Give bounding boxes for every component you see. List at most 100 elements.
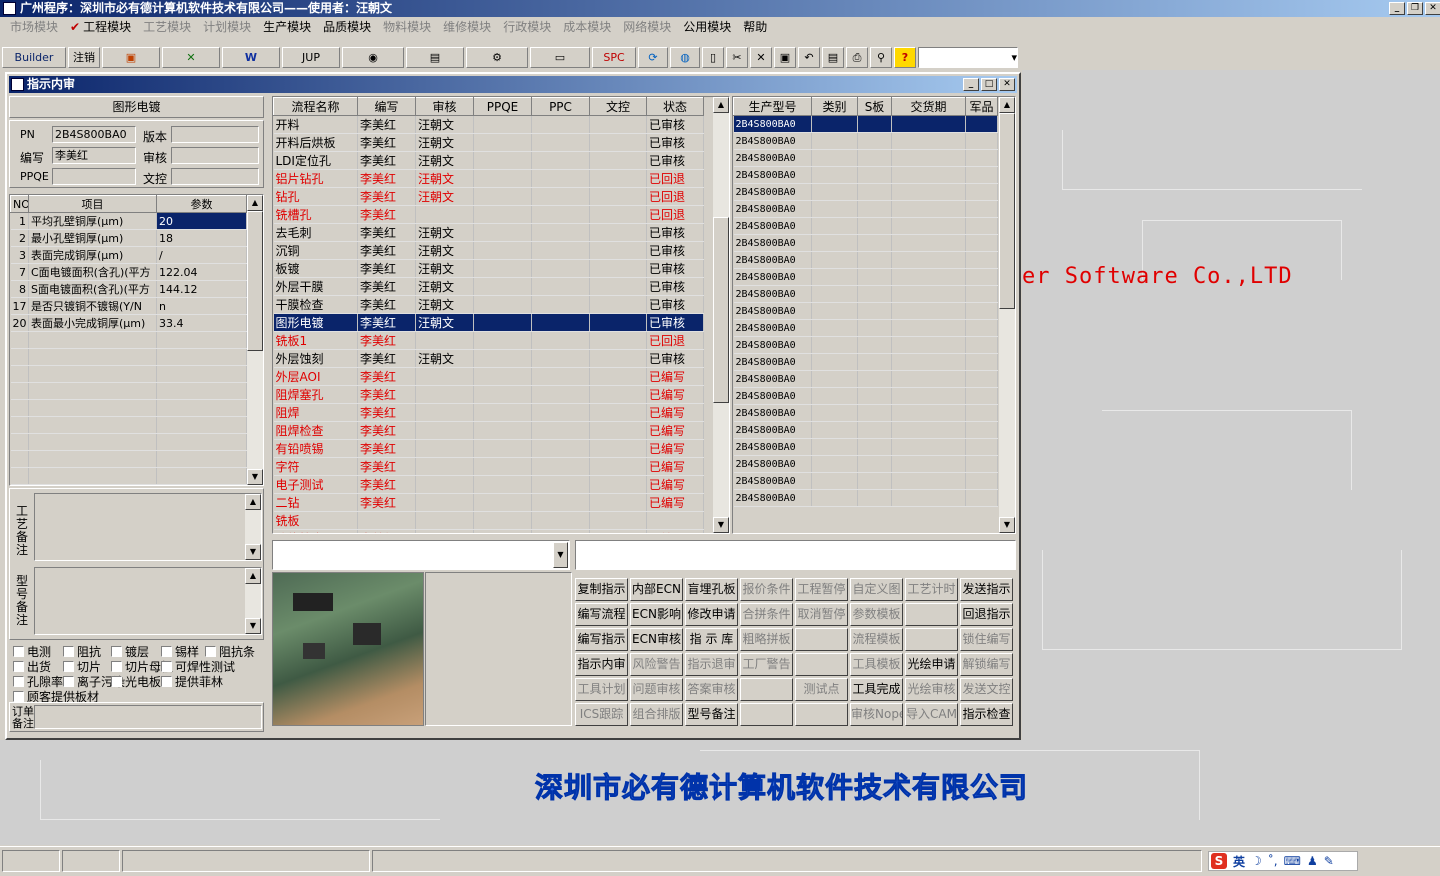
action-button[interactable]: 自定义图 <box>850 578 903 601</box>
flow-cell[interactable]: 已审核 <box>646 349 704 368</box>
flow-cell[interactable] <box>531 187 590 206</box>
model-row[interactable]: 2B4S800BA0 <box>733 421 998 439</box>
flow-cell[interactable] <box>589 187 647 206</box>
model-cell[interactable] <box>857 115 892 133</box>
model-cell[interactable] <box>811 115 858 133</box>
model-cell[interactable] <box>857 455 892 473</box>
param-cell[interactable]: 144.12 <box>156 280 247 298</box>
flow-cell[interactable]: 沉铜 <box>273 241 358 260</box>
action-button[interactable]: 发送文控 <box>960 678 1013 701</box>
action-button[interactable] <box>740 678 793 701</box>
model-cell[interactable] <box>965 472 998 490</box>
flow-cell[interactable]: 李美红 <box>357 385 416 404</box>
action-button[interactable] <box>740 703 793 726</box>
model-cell[interactable]: 2B4S800BA0 <box>733 234 812 252</box>
excel-icon[interactable]: ✕ <box>162 47 220 68</box>
model-cell[interactable] <box>857 438 892 456</box>
checkbox-box[interactable] <box>13 676 24 687</box>
checkbox-box[interactable] <box>111 646 122 657</box>
flow-cell[interactable] <box>473 349 532 368</box>
action-button[interactable]: 指示退审 <box>685 653 738 676</box>
flow-row[interactable]: 开料 李美红 汪朝文 已审核 <box>273 115 704 134</box>
toolbar-combo[interactable]: ▾ <box>918 47 1018 68</box>
model-cell[interactable] <box>811 217 858 235</box>
flow-cell[interactable] <box>415 493 474 512</box>
checkbox-box[interactable] <box>161 646 172 657</box>
flow-cell[interactable]: 李美红 <box>357 277 416 296</box>
flow-cell[interactable] <box>531 205 590 224</box>
action-button[interactable] <box>795 703 848 726</box>
model-cell[interactable] <box>811 353 858 371</box>
model-row[interactable]: 2B4S800BA0 <box>733 285 998 303</box>
flow-cell[interactable] <box>415 457 474 476</box>
order-note-field[interactable] <box>34 705 262 729</box>
flow-cell[interactable]: LDI定位孔 <box>273 151 358 170</box>
flow-row[interactable]: 外层蚀刻 李美红 汪朝文 已审核 <box>273 349 704 368</box>
param-cell[interactable]: C面电镀面积(含孔)(平方 <box>28 263 157 281</box>
menu-item[interactable]: 市场模块 <box>4 17 64 37</box>
model-row[interactable]: 2B4S800BA0 <box>733 251 998 269</box>
model-cell[interactable] <box>891 251 966 269</box>
action-button[interactable]: 回退指示 <box>960 603 1013 626</box>
menu-item[interactable]: 物料模块 <box>377 17 437 37</box>
model-cell[interactable] <box>965 268 998 286</box>
model-cell[interactable] <box>811 336 858 354</box>
menu-item[interactable]: 网络模块 <box>617 17 677 37</box>
flow-cell[interactable]: 图形电镀 <box>273 313 358 332</box>
model-cell[interactable] <box>891 183 966 201</box>
flow-column-header[interactable]: 审核 <box>415 97 474 116</box>
flow-cell[interactable] <box>473 205 532 224</box>
flow-cell[interactable] <box>646 511 704 530</box>
model-cell[interactable]: 2B4S800BA0 <box>733 251 812 269</box>
model-cell[interactable] <box>965 234 998 252</box>
flow-cell[interactable]: 已编写 <box>646 475 704 494</box>
model-cell[interactable] <box>857 421 892 439</box>
model-cell[interactable]: 2B4S800BA0 <box>733 489 812 507</box>
model-cell[interactable] <box>811 285 858 303</box>
process-flow-grid[interactable]: 流程名称 编写 审核 PPQE PPC 文控 状态 开料 李美红 汪朝文 已审核 开料后烘板 李美红汪… <box>272 96 730 534</box>
model-cell[interactable] <box>965 370 998 388</box>
model-cell[interactable] <box>811 370 858 388</box>
menu-item[interactable]: 帮助 <box>737 17 773 37</box>
wrench-icon[interactable]: ✎ <box>1324 854 1334 868</box>
flow-scrollbar[interactable]: ▲ ▼ <box>713 97 729 533</box>
flow-cell[interactable]: 李美红 <box>357 403 416 422</box>
flow-cell[interactable] <box>473 151 532 170</box>
flow-cell[interactable] <box>473 439 532 458</box>
param-cell[interactable]: / <box>156 246 247 264</box>
model-cell[interactable] <box>965 200 998 218</box>
action-button[interactable]: 工程暂停 <box>795 578 848 601</box>
pn-field[interactable]: 2B4S800BA0 <box>52 126 136 143</box>
process-note-field[interactable]: ▲ ▼ <box>34 493 262 561</box>
flow-row[interactable]: 开料后烘板 李美红 汪朝文 已审核 <box>273 133 704 152</box>
flow-cell[interactable]: 已审核 <box>646 133 704 152</box>
action-button[interactable]: 工具模板 <box>850 653 903 676</box>
model-cell[interactable] <box>891 404 966 422</box>
flow-cell[interactable]: 李美红 <box>357 151 416 170</box>
action-button[interactable] <box>795 653 848 676</box>
flow-cell[interactable]: 字符 <box>273 457 358 476</box>
gears-icon[interactable]: ⚙ <box>466 47 528 68</box>
flow-row[interactable]: 铣板1 李美红 已回退 <box>273 331 704 350</box>
model-cell[interactable] <box>965 149 998 167</box>
flow-cell[interactable]: 阻焊塞孔 <box>273 385 358 404</box>
action-button[interactable]: 审核Nope <box>850 703 903 726</box>
model-cell[interactable] <box>811 472 858 490</box>
flow-cell[interactable] <box>531 295 590 314</box>
model-cell[interactable]: 2B4S800BA0 <box>733 353 812 371</box>
menu-item[interactable]: 工艺模块 <box>137 17 197 37</box>
model-cell[interactable] <box>965 251 998 269</box>
scroll-up-icon[interactable]: ▲ <box>713 97 729 113</box>
action-button[interactable]: 锁住编写 <box>960 628 1013 651</box>
flow-cell[interactable] <box>473 529 532 533</box>
logout-button[interactable]: 注销 <box>68 47 100 68</box>
flow-cell[interactable] <box>531 457 590 476</box>
minimize-button[interactable]: _ <box>1389 2 1405 15</box>
restore-button[interactable]: ❐ <box>1407 2 1423 15</box>
flow-row[interactable]: 阻焊检查 李美红 已编写 <box>273 421 704 440</box>
model-cell[interactable] <box>891 455 966 473</box>
flow-row[interactable]: LDI定位孔 李美红 汪朝文 已审核 <box>273 151 704 170</box>
action-button[interactable]: 答案审核 <box>685 678 738 701</box>
find-icon[interactable]: ⚲ <box>870 47 892 68</box>
model-cell[interactable] <box>857 336 892 354</box>
